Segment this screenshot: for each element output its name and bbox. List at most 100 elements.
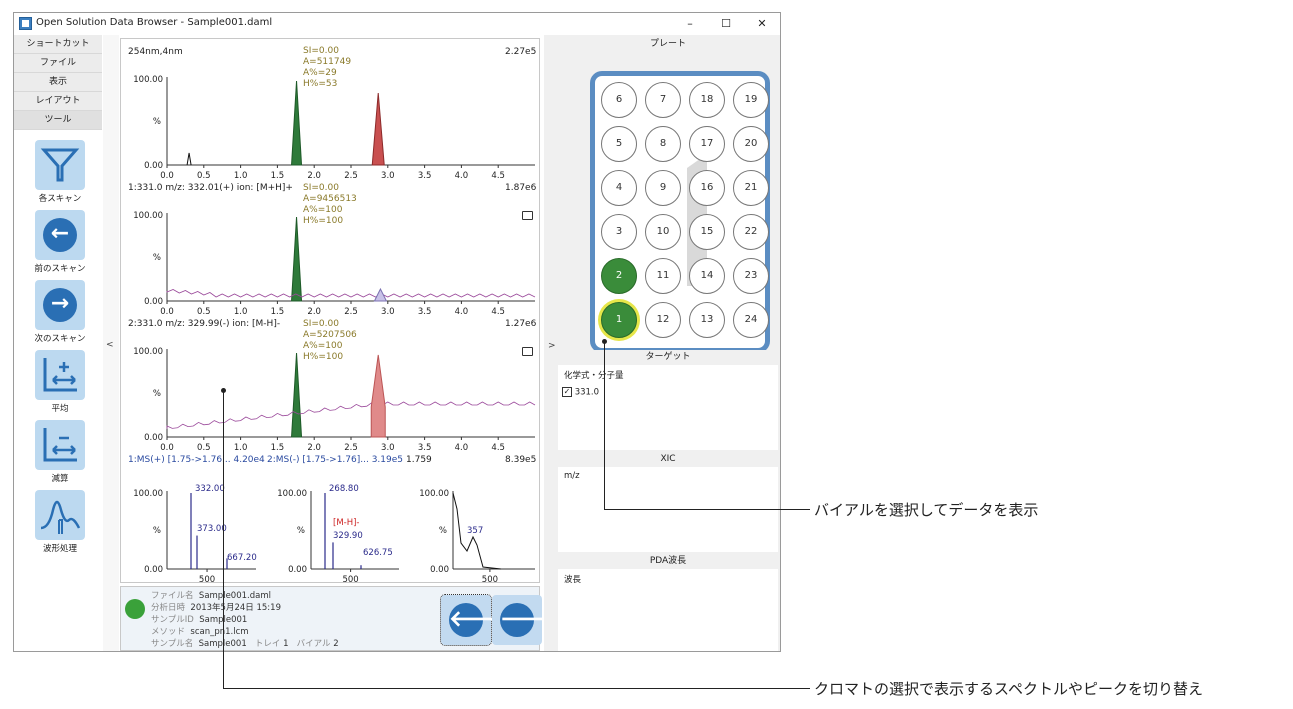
vial-well[interactable]: 15 (689, 214, 725, 250)
next-scan-button[interactable]: → 次のスキャン (34, 280, 86, 344)
chrom1-area-pct: A%=29 (303, 68, 337, 78)
close-button[interactable]: ✕ (748, 14, 776, 34)
chrom-callout: クロマトの選択で表示するスペクトルやピークを切り替え (814, 680, 1203, 698)
vial-well[interactable]: 6 (601, 82, 637, 118)
subtract-button[interactable]: 減算 (34, 420, 86, 484)
x-tick-label: 2.5 (344, 443, 358, 453)
vial-well[interactable]: 4 (601, 170, 637, 206)
target-section: 化学式・分子量 ✓ 331.0 (558, 365, 778, 450)
next-sample-button[interactable]: 🡒 (492, 595, 559, 645)
x-tick-label: 0.0 (160, 443, 174, 453)
x-tick-label: 1.0 (234, 443, 248, 453)
tab-layout[interactable]: レイアウト (14, 92, 102, 111)
prev-sample-button[interactable]: 🡐 (440, 594, 508, 646)
y-tick-label: 0.00 (144, 433, 163, 443)
spectrum-y-tick: 100.00 (133, 489, 163, 499)
vial-well[interactable]: 9 (645, 170, 681, 206)
tools-panel: 各スキャン ← 前のスキャン → 次のスキャン 平均 減算 波形処理 (14, 130, 102, 651)
x-tick-label: 3.0 (381, 171, 395, 181)
collapse-right-icon[interactable]: > (548, 341, 556, 351)
spectrum-peak-label: 626.75 (363, 548, 393, 558)
status-indicator (125, 599, 145, 619)
chrom3-height-pct: H%=100 (303, 352, 344, 362)
vial-well[interactable]: 5 (601, 126, 637, 162)
x-tick-label: 1.5 (271, 307, 285, 317)
vial-well[interactable]: 12 (645, 302, 681, 338)
spectrum-peak-label: 329.90 (333, 531, 363, 541)
tab-shortcut[interactable]: ショートカット (14, 35, 102, 54)
x-tick-label: 3.5 (418, 307, 432, 317)
vial-well[interactable]: 17 (689, 126, 725, 162)
callout-line (223, 688, 810, 689)
collapse-left-icon[interactable]: < (106, 340, 114, 350)
spectrum-peak-label: [M-H]- (333, 518, 360, 528)
left-splitter[interactable]: < (103, 35, 119, 651)
vial-well[interactable]: 2 (601, 258, 637, 294)
arrow-left-icon: 🡐 (449, 603, 508, 637)
arrow-right-icon: → (43, 288, 77, 322)
tab-view[interactable]: 表示 (14, 73, 102, 92)
chrom3-annotation: SI=0.00 A=5207506 A%=100 H%=100 (303, 319, 357, 363)
target-checkbox[interactable]: ✓ (562, 387, 572, 397)
subtract-label: 減算 (51, 474, 69, 484)
app-window: Open Solution Data Browser - Sample001.d… (13, 12, 781, 652)
sample-info-panel: ファイル名 Sample001.daml 分析日時 2013年5月24日 15:… (120, 586, 559, 651)
arrow-left-icon: ← (43, 218, 77, 252)
vial-well[interactable]: 21 (733, 170, 769, 206)
vial-well[interactable]: 14 (689, 258, 725, 294)
vial-well[interactable]: 1 (601, 302, 637, 338)
x-tick-label: 4.5 (491, 443, 505, 453)
x-tick-label: 0.0 (160, 171, 174, 181)
vial-well[interactable]: 7 (645, 82, 681, 118)
each-scan-button[interactable]: 各スキャン (34, 140, 86, 204)
app-icon (19, 17, 32, 30)
next-scan-label: 次のスキャン (34, 334, 86, 344)
waveform-icon (35, 490, 85, 540)
vial-well[interactable]: 16 (689, 170, 725, 206)
x-tick-label: 2.0 (307, 307, 321, 317)
x-tick-label: 0.5 (197, 443, 211, 453)
waveform-processing-button[interactable]: 波形処理 (34, 490, 86, 554)
vial-well[interactable]: 13 (689, 302, 725, 338)
vial-well[interactable]: 3 (601, 214, 637, 250)
x-tick-label: 4.0 (455, 171, 469, 181)
chromatogram-plots[interactable]: 100.00%0.000.0 0.5 1.0 1.5 2.0 2.5 3.0 3.5 4.0 4.… (121, 39, 539, 582)
chrom2-area: A=9456513 (303, 194, 357, 204)
restore-icon[interactable] (522, 211, 533, 220)
vial-well[interactable]: 23 (733, 258, 769, 294)
target-title: ターゲット (558, 350, 778, 364)
ms-neg-header: 2:MS(-) [1.75->1.76]... 3.19e5 (267, 455, 404, 465)
target-item[interactable]: ✓ 331.0 (562, 387, 599, 398)
each-scan-label: 各スキャン (38, 194, 82, 204)
pda-label: 波長 (564, 575, 582, 585)
info-filename: ファイル名 Sample001.daml (151, 591, 271, 601)
y-tick-label: 100.00 (133, 211, 163, 221)
minimize-button[interactable]: – (676, 14, 704, 34)
vial-well[interactable]: 10 (645, 214, 681, 250)
vial-well[interactable]: 22 (733, 214, 769, 250)
maximize-button[interactable]: ☐ (712, 14, 740, 34)
callout-line (604, 341, 605, 509)
tab-file[interactable]: ファイル (14, 54, 102, 73)
tab-tools[interactable]: ツール (14, 111, 102, 130)
prev-scan-button[interactable]: ← 前のスキャン (34, 210, 86, 274)
x-tick-label: 1.0 (234, 171, 248, 181)
peak-secondary (373, 287, 388, 302)
restore-icon[interactable] (522, 347, 533, 356)
average-button[interactable]: 平均 (34, 350, 86, 414)
vial-well[interactable]: 11 (645, 258, 681, 294)
window-title: Open Solution Data Browser - Sample001.d… (36, 17, 273, 28)
y-tick-label: 0.00 (144, 297, 163, 307)
spectrum-y-tick: % (297, 526, 305, 536)
info-date: 分析日時 2013年5月24日 15:19 (151, 603, 281, 613)
y-tick-label: 100.00 (133, 347, 163, 357)
callout-line (604, 509, 810, 510)
baseline-trace (166, 289, 536, 298)
vial-well[interactable]: 24 (733, 302, 769, 338)
vial-well[interactable]: 8 (645, 126, 681, 162)
pda-max: 8.39e5 (505, 455, 537, 465)
vial-well[interactable]: 20 (733, 126, 769, 162)
chrom1-height-pct: H%=53 (303, 79, 338, 89)
vial-well[interactable]: 18 (689, 82, 725, 118)
vial-well[interactable]: 19 (733, 82, 769, 118)
